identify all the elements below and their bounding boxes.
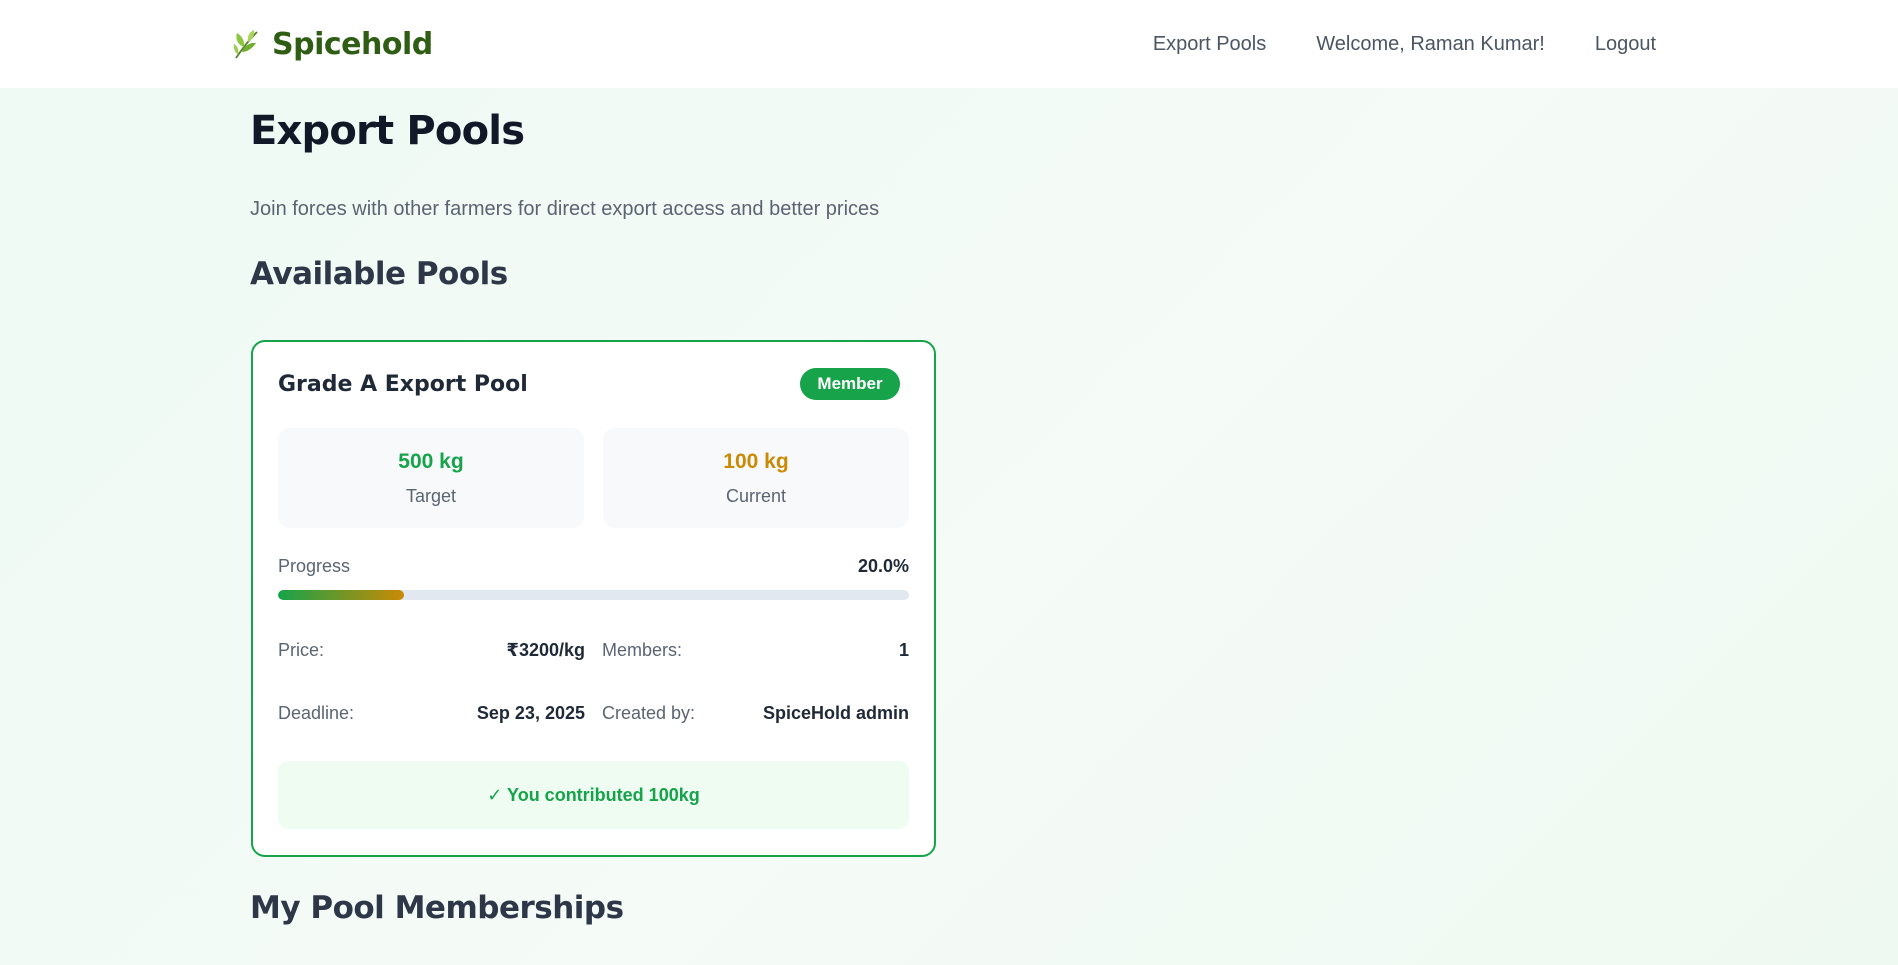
members-value: 1 xyxy=(898,640,909,660)
main-nav: Export Pools Welcome, Raman Kumar! Logou… xyxy=(1153,24,1656,64)
progress-bar-fill xyxy=(278,590,405,600)
progress-bar xyxy=(278,590,909,600)
deadline-value: Sep 23, 2025 xyxy=(476,703,585,723)
progress-percent: 20.0% xyxy=(857,556,909,576)
member-badge: Member xyxy=(800,368,900,400)
pool-name: Grade A Export Pool xyxy=(278,372,528,397)
my-pool-memberships-heading: My Pool Memberships xyxy=(250,890,624,926)
top-navbar: Spicehold Export Pools Welcome, Raman Ku… xyxy=(0,0,1898,88)
page-title: Export Pools xyxy=(250,108,525,154)
price-value: ₹3200/kg xyxy=(506,640,585,660)
contribution-notice: ✓ You contributed 100kg xyxy=(278,761,909,829)
brand-logo[interactable]: Spicehold xyxy=(230,22,433,66)
nav-export-pools-link[interactable]: Export Pools xyxy=(1153,33,1266,56)
target-value: 500 kg xyxy=(398,450,464,473)
created-by-label: Created by: xyxy=(602,703,696,723)
leaf-icon xyxy=(233,30,258,59)
created-by-value: SpiceHold admin xyxy=(762,703,909,723)
nav-logout-link[interactable]: Logout xyxy=(1595,33,1656,56)
current-label: Current xyxy=(725,486,787,506)
available-pools-heading: Available Pools xyxy=(250,256,508,292)
progress-label: Progress xyxy=(278,556,351,576)
members-label: Members: xyxy=(602,640,683,660)
deadline-label: Deadline: xyxy=(278,703,355,723)
nav-welcome-user[interactable]: Welcome, Raman Kumar! xyxy=(1316,33,1545,56)
price-label: Price: xyxy=(278,640,325,660)
current-stat: 100 kg Current xyxy=(603,428,909,528)
pool-card[interactable]: Grade A Export Pool Member 500 kg Target… xyxy=(251,340,936,857)
target-label: Target xyxy=(405,486,457,506)
current-value: 100 kg xyxy=(723,450,789,473)
target-stat: 500 kg Target xyxy=(278,428,584,528)
page-subtitle: Join forces with other farmers for direc… xyxy=(250,198,880,220)
brand-name: Spicehold xyxy=(272,26,433,62)
